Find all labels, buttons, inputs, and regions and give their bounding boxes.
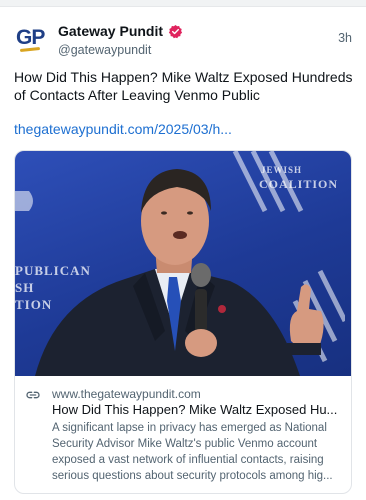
- avatar[interactable]: GP: [14, 20, 48, 54]
- post-link[interactable]: thegatewaypundit.com/2025/03/h...: [14, 121, 232, 137]
- author-names: Gateway Pundit @gatewaypundit: [58, 22, 183, 57]
- avatar-swoosh: [19, 46, 41, 53]
- card-meta[interactable]: www.thegatewaypundit.com How Did This Ha…: [15, 377, 351, 493]
- post-timestamp[interactable]: 3h: [338, 31, 352, 45]
- author-display-name[interactable]: Gateway Pundit: [58, 23, 163, 39]
- verified-badge-icon: [168, 24, 183, 38]
- card-description: A significant lapse in privacy has emerg…: [52, 422, 333, 482]
- avatar-logo-text: GP: [16, 26, 45, 49]
- card-image[interactable]: PUBLICAN SH TION JEWISH COALITION: [15, 151, 351, 376]
- card-domain: www.thegatewaypundit.com: [52, 387, 201, 401]
- author-handle[interactable]: @gatewaypundit: [58, 43, 183, 57]
- post-text: How Did This Happen? Mike Waltz Exposed …: [14, 69, 353, 103]
- top-divider: [0, 0, 366, 7]
- card-title[interactable]: How Did This Happen? Mike Waltz Exposed …: [52, 402, 348, 417]
- link-icon: [26, 391, 40, 399]
- link-preview-card[interactable]: PUBLICAN SH TION JEWISH COALITION www.th…: [14, 150, 352, 494]
- speaker-photo: [35, 169, 324, 376]
- post-header: GP Gateway Pundit @gatewaypundit 3h: [14, 18, 354, 62]
